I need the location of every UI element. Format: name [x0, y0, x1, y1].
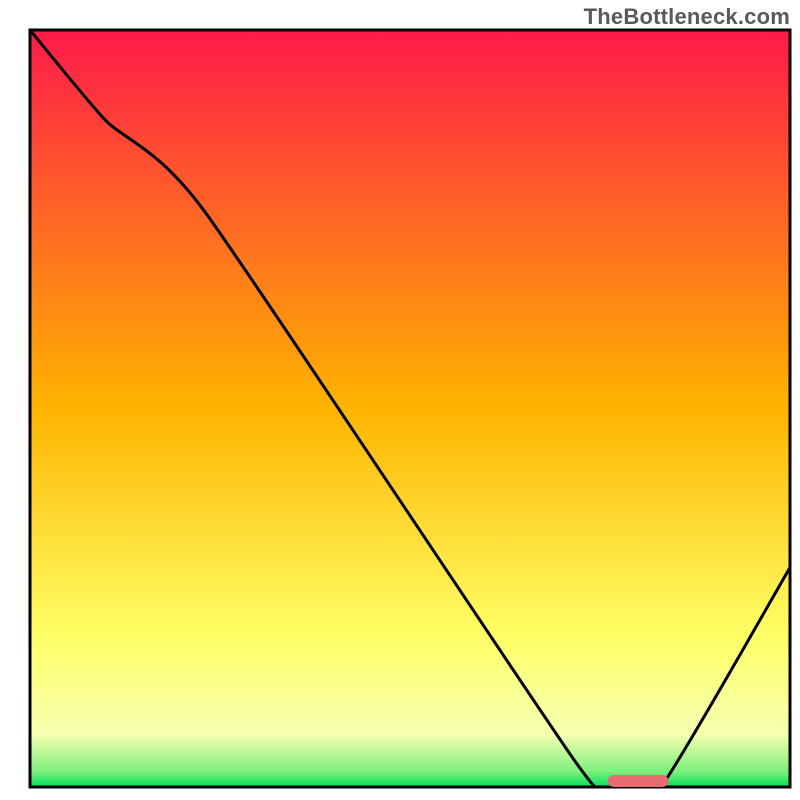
chart-container: TheBottleneck.com	[0, 0, 800, 800]
watermark-text: TheBottleneck.com	[584, 4, 790, 30]
bottleneck-chart	[0, 0, 800, 800]
optimal-marker	[608, 775, 669, 787]
